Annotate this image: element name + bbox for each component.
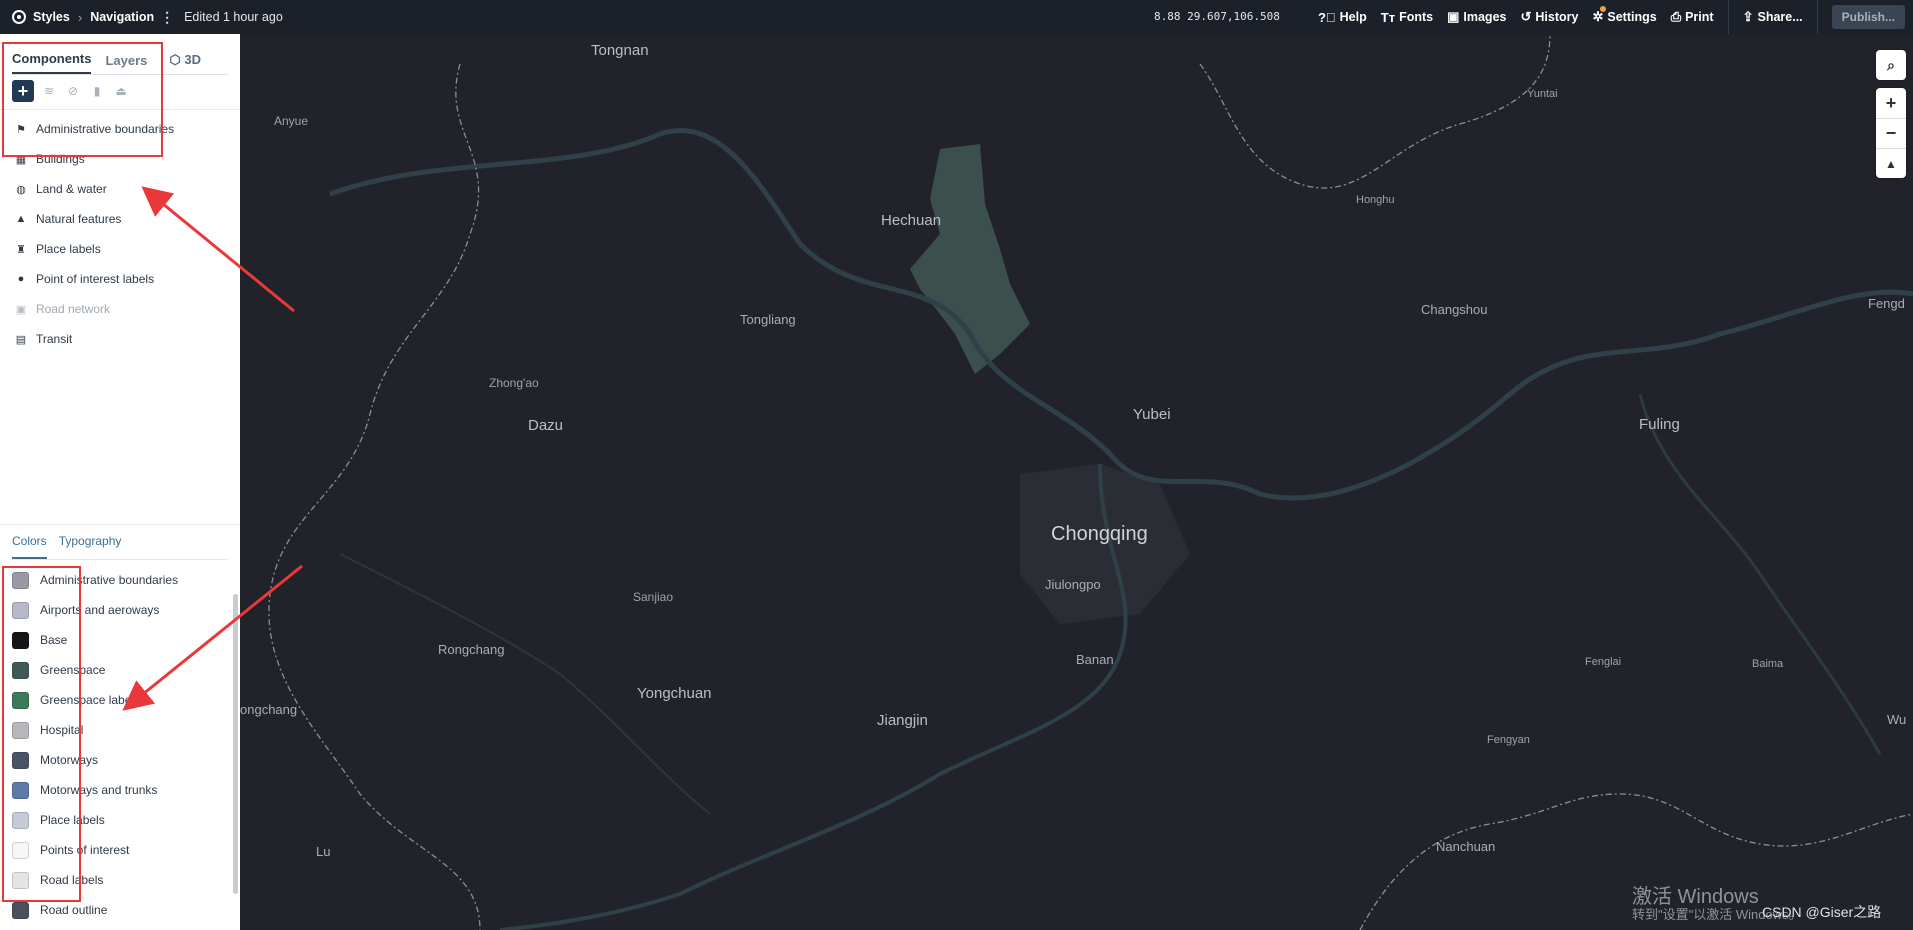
search-button[interactable]: ⌕	[1876, 50, 1906, 80]
history-icon: ↺	[1520, 9, 1532, 24]
style-tabs: Colors Typography	[12, 534, 228, 560]
zoom-control: + − ▲	[1876, 88, 1906, 178]
component-item[interactable]: ▣ Road network	[0, 294, 240, 324]
minus-icon: −	[1885, 123, 1897, 143]
tab-3d[interactable]: ⬡ 3D	[169, 52, 201, 74]
map-label-banan: Banan	[1076, 652, 1114, 667]
plus-icon: +	[1885, 92, 1897, 113]
globe-icon: ◍	[16, 183, 26, 196]
settings-button[interactable]: ✲ Settings	[1592, 6, 1657, 25]
greenspace-area	[910, 144, 1030, 374]
component-item[interactable]: ▲ Natural features	[0, 204, 240, 234]
help-icon: ?⃝	[1317, 9, 1336, 25]
car-icon: ▣	[15, 303, 27, 316]
map-label-ongchang: ongchang	[240, 702, 298, 717]
tab-typography[interactable]: Typography	[59, 534, 122, 559]
help-button[interactable]: ?⃝ Help	[1318, 10, 1367, 25]
map-label-lu: Lu	[316, 844, 331, 859]
map-label-tongnan: Tongnan	[591, 42, 649, 59]
compass-icon: ▲	[1885, 156, 1897, 171]
map-label-rongchang: Rongchang	[438, 642, 505, 657]
top-bar: Styles › Navigation ⋮ Edited 1 hour ago …	[0, 0, 1913, 34]
fonts-icon: Tт	[1380, 9, 1396, 25]
divider	[1816, 0, 1818, 34]
map-label-yubei: Yubei	[1133, 406, 1171, 423]
map-label-fengyan: Fengyan	[1487, 734, 1530, 746]
breadcrumb: Styles › Navigation ⋮ Edited 1 hour ago	[0, 0, 283, 34]
annotation-box	[2, 566, 81, 902]
coordinates-readout: 8.88 29.607,106.508	[1154, 10, 1280, 23]
scrollbar[interactable]	[233, 594, 238, 894]
marker-icon: ●	[17, 273, 25, 285]
component-item[interactable]: ● Point of interest labels	[0, 264, 240, 294]
map-label-jiulongpo: Jiulongpo	[1045, 577, 1101, 592]
map-label-sanjiao: Sanjiao	[633, 590, 674, 604]
map-label-zhongao: Zhong'ao	[489, 376, 539, 390]
map-canvas[interactable]: Tongnan Anyue Hechuan Yuntai Honghu Tong…	[240, 34, 1913, 930]
map-label-jiangjin: Jiangjin	[877, 712, 928, 729]
search-control: ⌕	[1876, 50, 1906, 80]
print-icon: ⎙	[1670, 9, 1682, 24]
divider	[1727, 0, 1729, 34]
breadcrumb-styles[interactable]: Styles	[33, 10, 70, 24]
chevron-right-icon: ›	[77, 9, 83, 25]
edited-status: Edited 1 hour ago	[184, 10, 283, 24]
divider	[0, 524, 240, 525]
color-swatch[interactable]	[12, 901, 29, 919]
map-label-tongliang: Tongliang	[740, 312, 796, 327]
images-button[interactable]: ▣ Images	[1447, 9, 1506, 25]
compass-button[interactable]: ▲	[1876, 148, 1906, 178]
component-item[interactable]: ◍ Land & water	[0, 174, 240, 204]
publish-button[interactable]: Publish...	[1831, 5, 1905, 29]
map-label-fenglai: Fenglai	[1585, 656, 1622, 668]
map-label-nanchuan: Nanchuan	[1436, 839, 1496, 854]
zoom-out-button[interactable]: −	[1876, 118, 1906, 148]
map-label-dazu: Dazu	[528, 417, 564, 434]
search-icon: ⌕	[1887, 56, 1895, 73]
history-button[interactable]: ↺ History	[1520, 9, 1578, 25]
more-options-icon[interactable]: ⋮	[160, 9, 174, 26]
share-icon: ⇪	[1742, 9, 1754, 24]
map-label-chongqing: Chongqing	[1051, 523, 1148, 545]
place-label-icon: ♜	[16, 243, 26, 256]
map-label-honghu: Honghu	[1356, 194, 1395, 206]
admin-boundary	[1199, 34, 1551, 189]
train-icon: ▤	[15, 333, 27, 346]
map-features	[268, 34, 1913, 930]
fonts-button[interactable]: Tт Fonts	[1381, 10, 1433, 25]
map-label-yuntai: Yuntai	[1527, 88, 1558, 100]
cube-icon: ⬡	[169, 52, 185, 67]
map-label-changshou: Changshou	[1421, 302, 1488, 317]
zoom-in-button[interactable]: +	[1876, 88, 1906, 118]
component-item[interactable]: ▤ Transit	[0, 324, 240, 354]
share-button[interactable]: ⇪ Share...	[1743, 9, 1803, 25]
top-menu: ?⃝ Help Tт Fonts ▣ Images ↺ History ✲ Setting…	[1318, 0, 1913, 34]
admin-boundary	[268, 63, 481, 930]
map-label-anyue: Anyue	[274, 114, 309, 128]
map-label-hechuan: Hechuan	[881, 212, 942, 229]
mapbox-logo-icon[interactable]	[12, 10, 26, 24]
images-icon: ▣	[1447, 9, 1460, 24]
style-name[interactable]: Navigation	[90, 10, 154, 24]
component-item[interactable]: ♜ Place labels	[0, 234, 240, 264]
river-yangtze	[329, 128, 1913, 501]
map-label-wu: Wu	[1887, 712, 1907, 727]
csdn-credit: CSDN @Giser之路	[1762, 904, 1882, 920]
map-label-fengd: Fengd	[1868, 296, 1905, 311]
map-label-fuling: Fuling	[1639, 416, 1680, 433]
map-label-baima: Baima	[1752, 658, 1784, 670]
mountain-icon: ▲	[15, 213, 27, 225]
tab-colors[interactable]: Colors	[12, 534, 47, 559]
notification-dot	[1600, 6, 1607, 12]
map-label-yongchuan: Yongchuan	[637, 685, 712, 702]
annotation-box	[2, 42, 163, 157]
print-button[interactable]: ⎙ Print	[1671, 9, 1714, 25]
river-wujiang	[1638, 393, 1882, 755]
